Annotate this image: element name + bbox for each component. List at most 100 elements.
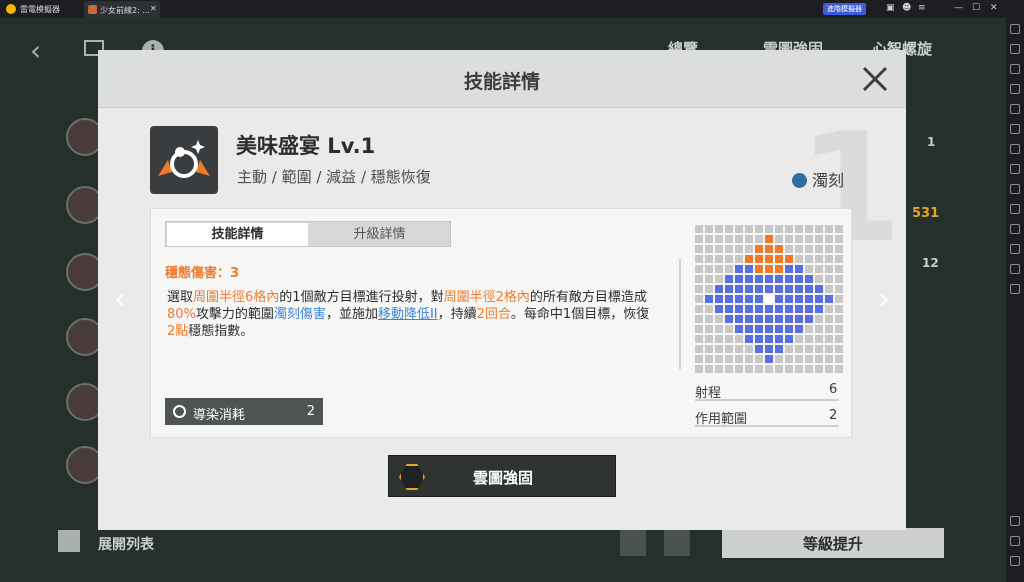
grid-cell-range <box>775 315 783 323</box>
grid-cell-area <box>755 255 763 263</box>
grid-cell <box>815 225 823 233</box>
expand-list-label[interactable]: 展開列表 <box>98 534 154 554</box>
sidebar-copy-icon[interactable] <box>1010 204 1020 214</box>
next-skill-arrow[interactable]: › <box>872 280 896 320</box>
gamepad-icon[interactable]: ▣ <box>886 3 895 13</box>
tab-close-icon[interactable]: ✕ <box>150 4 157 13</box>
grid-cell <box>825 355 833 363</box>
sidebar-keyboard-icon[interactable] <box>1010 24 1020 34</box>
grid-cell-range <box>765 285 773 293</box>
grid-cell <box>715 235 723 243</box>
grid-cell <box>725 245 733 253</box>
grid-cell <box>835 265 843 273</box>
sidebar-volume-up-icon[interactable] <box>1010 44 1020 54</box>
grid-cell-range <box>735 285 743 293</box>
grid-cell-range <box>765 325 773 333</box>
grid-cell <box>835 235 843 243</box>
app-tab-label: 少女前線2: ... <box>100 6 150 15</box>
grid-cell <box>735 225 743 233</box>
app-tab[interactable]: 少女前線2: ... ✕ <box>84 1 160 18</box>
grid-cell-range <box>785 315 793 323</box>
sidebar-record-icon[interactable] <box>1010 104 1020 114</box>
sync-emulator-button[interactable]: 進階模擬器 <box>823 3 866 15</box>
grid-cell-range <box>745 325 753 333</box>
grid-cell <box>785 245 793 253</box>
grid-cell-range <box>795 275 803 283</box>
sidebar-screenshot-icon[interactable] <box>1010 84 1020 94</box>
sidebar-recent-icon[interactable] <box>1010 556 1020 566</box>
sidebar-volume-down-icon[interactable] <box>1010 64 1020 74</box>
corrosion-element-icon <box>792 173 807 188</box>
sidebar-video-icon[interactable] <box>1010 184 1020 194</box>
grid-cell <box>835 305 843 313</box>
grid-cell <box>695 335 703 343</box>
sidebar-home-icon[interactable] <box>1010 536 1020 546</box>
grid-cell <box>695 235 703 243</box>
grid-cell <box>785 235 793 243</box>
area-value: 2 <box>829 408 838 423</box>
grid-cell <box>695 365 703 373</box>
grid-cell <box>765 365 773 373</box>
grid-cell <box>745 345 753 353</box>
grid-cell <box>705 285 713 293</box>
grid-cell <box>835 355 843 363</box>
grid-cell <box>715 345 723 353</box>
grid-cell <box>715 355 723 363</box>
expand-list-icon[interactable] <box>58 530 80 552</box>
grid-cell <box>795 255 803 263</box>
tab-upgrade-detail[interactable]: 升級詳情 <box>309 223 450 246</box>
account-icon[interactable]: ☻ <box>902 3 911 13</box>
sidebar-more-icon[interactable] <box>1010 284 1020 294</box>
grid-cell-range <box>825 295 833 303</box>
description-scrollbar[interactable] <box>679 259 681 369</box>
back-arrow-icon[interactable]: ‹ <box>30 34 41 67</box>
sidebar-location-icon[interactable] <box>1010 264 1020 274</box>
stat-value-531: 531 <box>912 206 940 221</box>
menu-icon[interactable]: ≡ <box>918 3 926 13</box>
grid-cell-range <box>705 295 713 303</box>
grid-cell <box>695 245 703 253</box>
grid-cell <box>725 225 733 233</box>
grid-cell <box>795 225 803 233</box>
grid-cell <box>755 235 763 243</box>
emulator-app-name: 雷電模擬器 <box>20 5 60 14</box>
grid-cell-range <box>795 325 803 333</box>
grid-cell <box>805 355 813 363</box>
sidebar-back-icon[interactable] <box>1010 516 1020 526</box>
grid-cell <box>725 345 733 353</box>
grid-cell <box>785 345 793 353</box>
sofa-icon[interactable] <box>620 530 646 556</box>
sidebar-sync-icon[interactable] <box>1010 244 1020 254</box>
grid-cell <box>825 285 833 293</box>
outfit-icon[interactable] <box>664 530 690 556</box>
emulator-logo-icon <box>6 4 16 14</box>
grid-cell <box>775 365 783 373</box>
cloud-enhance-button[interactable]: 雲圖強固 <box>388 455 616 497</box>
tab-skill-detail[interactable]: 技能詳情 <box>167 223 308 246</box>
grid-cell <box>695 295 703 303</box>
prev-skill-arrow[interactable]: ‹ <box>108 280 132 320</box>
desc-debuff-link[interactable]: 移動降低II <box>378 307 438 322</box>
grid-cell <box>725 355 733 363</box>
sidebar-cut-icon[interactable] <box>1010 164 1020 174</box>
grid-cell <box>805 265 813 273</box>
sidebar-rotate-icon[interactable] <box>1010 124 1020 134</box>
desc-highlight: 80% <box>167 307 196 322</box>
maximize-icon[interactable]: ☐ <box>972 3 980 13</box>
grid-cell <box>815 335 823 343</box>
grid-cell <box>805 225 813 233</box>
minimize-icon[interactable]: — <box>954 3 963 13</box>
contamination-cost: 導染消耗 2 <box>165 398 323 425</box>
grid-cell-range <box>785 295 793 303</box>
grid-cell <box>705 225 713 233</box>
grid-cell <box>785 355 793 363</box>
close-icon[interactable] <box>858 62 892 96</box>
sidebar-apk-icon[interactable] <box>1010 144 1020 154</box>
window-close-icon[interactable]: ✕ <box>990 3 998 13</box>
grid-cell-range <box>745 295 753 303</box>
level-up-button[interactable]: 等級提升 <box>722 528 944 558</box>
grid-cell-range <box>795 305 803 313</box>
sidebar-folder-icon[interactable] <box>1010 224 1020 234</box>
grid-cell <box>755 365 763 373</box>
grid-cell <box>695 255 703 263</box>
